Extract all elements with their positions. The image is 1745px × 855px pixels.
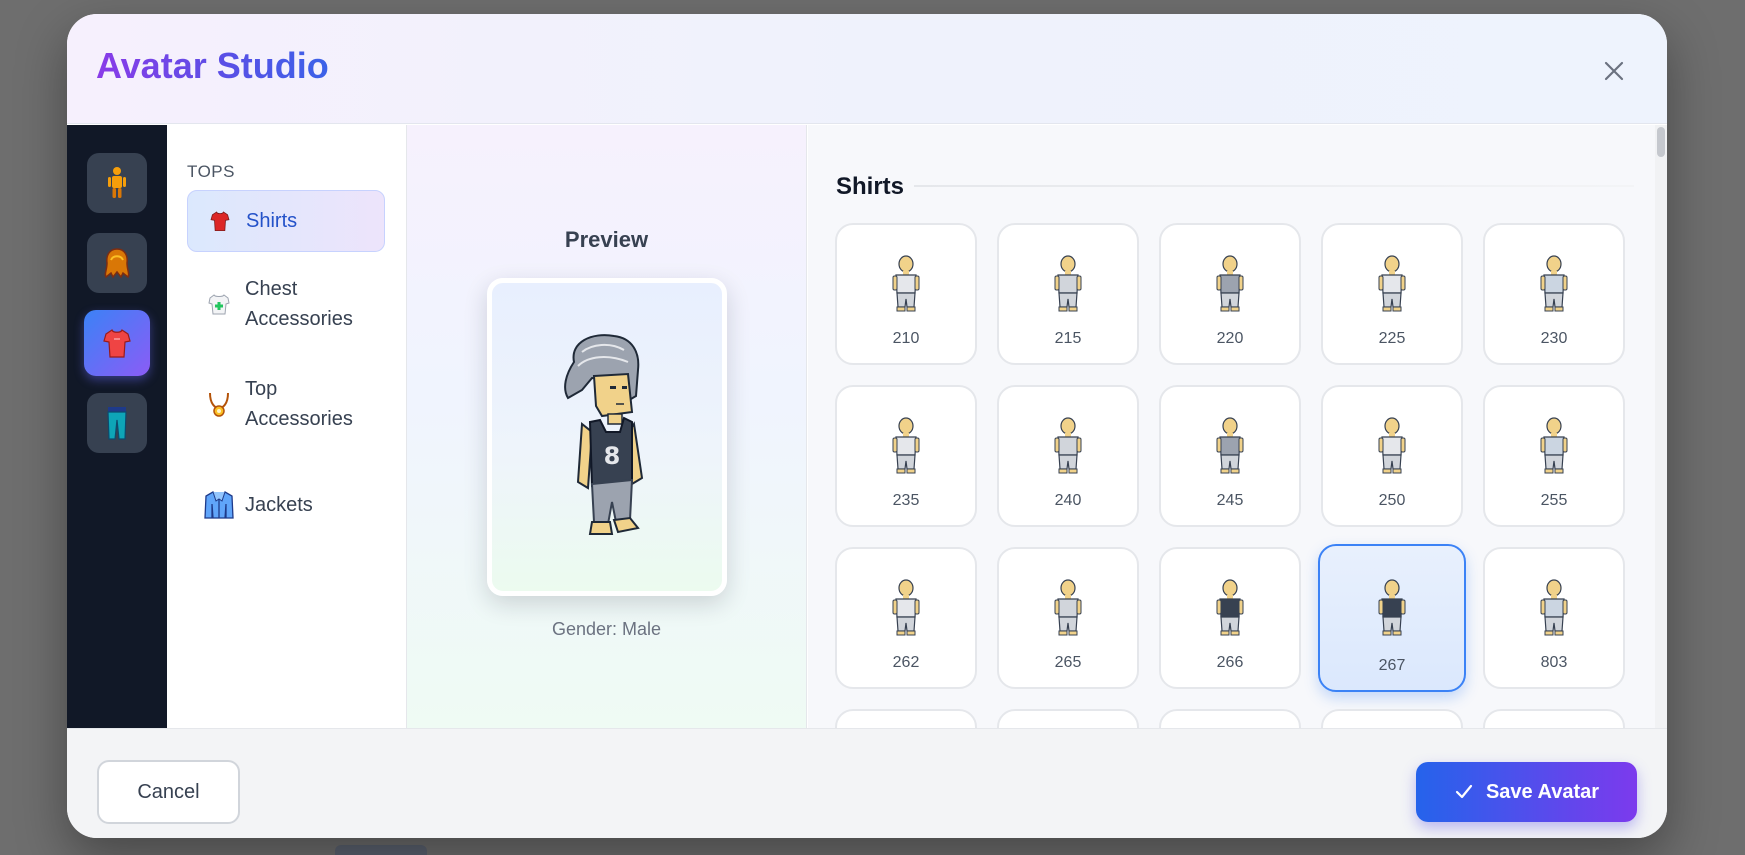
shirt-item-card[interactable]: 210 xyxy=(835,223,977,365)
close-button[interactable] xyxy=(1601,58,1627,84)
shirt-item-card[interactable]: 215 xyxy=(997,223,1139,365)
category-label: Shirts xyxy=(246,210,298,232)
category-label: Chest Accessories xyxy=(245,278,353,330)
pants-icon xyxy=(107,407,127,440)
shirt-item-card[interactable]: 265 xyxy=(997,547,1139,689)
shirt-item-id: 245 xyxy=(1216,492,1244,509)
shirt-item-id: 267 xyxy=(1378,657,1406,674)
category-item-shirts[interactable]: Shirts xyxy=(187,190,385,252)
shirt-item-card[interactable]: 267 xyxy=(1318,544,1466,692)
avatar-preview-card: 8 xyxy=(487,278,727,596)
shirt-item-thumbnail xyxy=(1161,579,1299,637)
scrollbar-thumb[interactable] xyxy=(1657,127,1665,157)
necklace-icon xyxy=(203,388,235,420)
rail-button-tops[interactable] xyxy=(84,310,150,376)
shirt-item-card[interactable] xyxy=(1483,709,1625,728)
shirt-item-card[interactable]: 262 xyxy=(835,547,977,689)
shirt-icon xyxy=(103,329,131,358)
preview-panel: Preview 8 Gender: Male xyxy=(407,125,807,728)
shirt-item-id: 262 xyxy=(892,654,920,671)
category-item-top-accessories[interactable]: Top Accessories xyxy=(187,362,385,446)
shirt-item-id: 220 xyxy=(1216,330,1244,347)
shirt-item-id: 230 xyxy=(1540,330,1568,347)
shirt-item-thumbnail xyxy=(837,417,975,475)
preview-title: Preview xyxy=(564,227,649,252)
category-item-chest-accessories[interactable]: Chest Accessories xyxy=(187,262,385,346)
shirt-item-thumbnail xyxy=(1485,255,1623,313)
shirt-item-thumbnail xyxy=(1485,417,1623,475)
shirt-item-card[interactable]: 255 xyxy=(1483,385,1625,527)
modal-title: Avatar Studio xyxy=(96,45,329,86)
rail-button-hair[interactable] xyxy=(87,233,147,293)
shirt-item-card[interactable]: 803 xyxy=(1483,547,1625,689)
shirt-item-thumbnail xyxy=(837,579,975,637)
scrollbar[interactable] xyxy=(1655,125,1667,728)
shirt-item-thumbnail xyxy=(837,255,975,313)
category-heading: TOPS xyxy=(187,162,235,181)
modal-header: Avatar Studio xyxy=(67,14,1667,124)
shirt-item-thumbnail xyxy=(999,579,1137,637)
shirt-item-thumbnail xyxy=(1161,417,1299,475)
save-avatar-label: Save Avatar xyxy=(1485,780,1600,803)
shirt-item-id: 803 xyxy=(1540,654,1568,671)
shirt-item-thumbnail xyxy=(999,417,1137,475)
items-panel: Shirts 210 215 220 225 230 235 240 245 250 255 262… xyxy=(808,125,1667,728)
rail-button-body[interactable] xyxy=(87,153,147,213)
category-label: Jackets xyxy=(245,494,313,516)
shirt-item-card[interactable] xyxy=(835,709,977,728)
hair-icon xyxy=(104,248,130,279)
avatar-preview-image: 8 xyxy=(564,334,644,535)
shirt-item-id: 225 xyxy=(1378,330,1406,347)
shirt-item-thumbnail xyxy=(999,255,1137,313)
modal-footer: Cancel Save Avatar xyxy=(67,728,1667,838)
category-item-jackets[interactable]: Jackets xyxy=(187,480,385,530)
check-icon xyxy=(1454,782,1474,802)
shirt-item-card[interactable] xyxy=(1159,709,1301,728)
shirt-item-id: 250 xyxy=(1378,492,1406,509)
body-icon xyxy=(108,167,126,198)
background-tab xyxy=(335,845,427,855)
shirt-item-id: 266 xyxy=(1216,654,1244,671)
heading-divider xyxy=(914,185,1634,187)
shirt-item-card[interactable]: 225 xyxy=(1321,223,1463,365)
category-list-panel: TOPS Shirts Chest Accessories Top Access… xyxy=(167,125,407,728)
shirt-item-card[interactable]: 230 xyxy=(1483,223,1625,365)
shirt-item-thumbnail xyxy=(1161,255,1299,313)
shirt-item-id: 265 xyxy=(1054,654,1082,671)
shirt-item-card[interactable] xyxy=(1321,709,1463,728)
shirt-item-id: 210 xyxy=(892,330,920,347)
avatar-studio-modal: Avatar Studio TOPS Shirts Chest Accessor… xyxy=(67,14,1667,838)
close-icon xyxy=(1604,61,1624,81)
shirt-item-card[interactable]: 250 xyxy=(1321,385,1463,527)
shirt-item-thumbnail xyxy=(1323,417,1461,475)
preview-gender: Gender: Male xyxy=(551,619,662,639)
svg-text:8: 8 xyxy=(604,442,621,470)
shirt-item-card[interactable]: 245 xyxy=(1159,385,1301,527)
shirt-item-id: 255 xyxy=(1540,492,1568,509)
shirt-item-card[interactable]: 266 xyxy=(1159,547,1301,689)
rail-button-bottoms[interactable] xyxy=(87,393,147,453)
chest-accessory-icon xyxy=(203,288,235,320)
cancel-button[interactable]: Cancel xyxy=(97,760,240,824)
shirt-item-card[interactable]: 240 xyxy=(997,385,1139,527)
shirt-icon xyxy=(204,205,236,237)
shirt-item-card[interactable]: 235 xyxy=(835,385,977,527)
shirt-item-id: 215 xyxy=(1054,330,1082,347)
shirt-item-card[interactable]: 220 xyxy=(1159,223,1301,365)
shirt-item-thumbnail xyxy=(1323,255,1461,313)
category-label: Top Accessories xyxy=(245,378,353,430)
shirt-item-id: 240 xyxy=(1054,492,1082,509)
category-rail xyxy=(67,125,167,728)
save-avatar-button[interactable]: Save Avatar xyxy=(1416,762,1637,822)
shirt-item-thumbnail xyxy=(1485,579,1623,637)
shirt-item-id: 235 xyxy=(892,492,920,509)
shirt-item-card[interactable] xyxy=(997,709,1139,728)
jacket-icon xyxy=(203,489,235,521)
shirt-item-thumbnail xyxy=(1320,579,1464,637)
items-heading: Shirts xyxy=(836,173,905,200)
